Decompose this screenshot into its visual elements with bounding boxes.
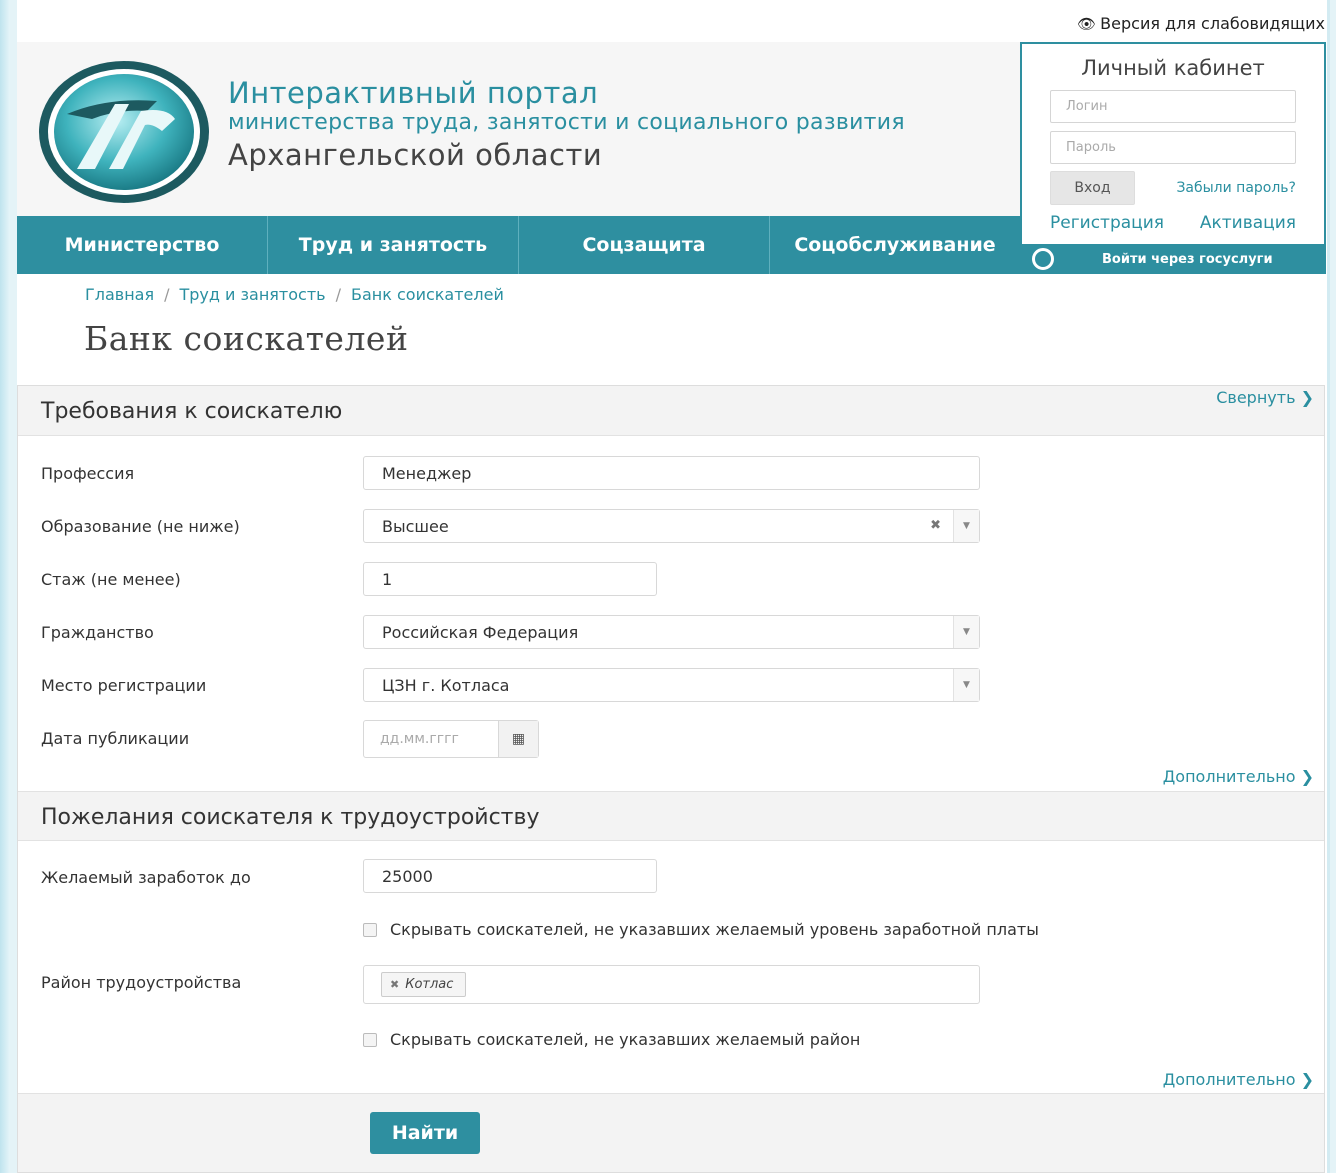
nav-item-social-protection[interactable]: Соцзащита <box>519 216 770 274</box>
registration-label: Место регистрации <box>41 676 207 695</box>
personal-cabinet: Личный кабинет Вход Забыли пароль? Регис… <box>1020 42 1326 244</box>
education-label: Образование (не ниже) <box>41 517 240 536</box>
experience-label: Стаж (не менее) <box>41 570 181 589</box>
ministry-logo[interactable] <box>37 59 211 205</box>
dropdown-arrow-icon[interactable]: ▼ <box>953 510 979 542</box>
eye-icon: 👁 <box>1077 14 1097 33</box>
citizenship-select[interactable]: Российская Федерация ▼ <box>363 615 980 649</box>
nav-item-social-service[interactable]: Соцобслуживание <box>770 216 1020 274</box>
low-vision-link[interactable]: 👁 Версия для слабовидящих <box>1077 14 1325 33</box>
salary-label: Желаемый заработок до <box>41 868 251 887</box>
low-vision-label: Версия для слабовидящих <box>1100 14 1325 33</box>
gosuslugi-login-button[interactable]: Войти через госуслуги <box>1019 244 1326 274</box>
chevron-right-icon: ❯ <box>1300 1070 1314 1089</box>
registration-select[interactable]: ЦЗН г. Котласа ▼ <box>363 668 980 702</box>
district-tag-label: Котлас <box>405 977 454 992</box>
search-form-panel: Требования к соискателю Свернуть ❯ Профе… <box>17 385 1325 1173</box>
pub-date-placeholder: дд.мм.гггг <box>380 731 459 747</box>
hide-no-district-label: Скрывать соискателей, не указавших желае… <box>390 1030 861 1049</box>
wishes-more-link[interactable]: Дополнительно ❯ <box>1163 1070 1314 1089</box>
activate-link[interactable]: Активация <box>1200 213 1296 233</box>
password-input[interactable] <box>1050 131 1296 164</box>
breadcrumb-current[interactable]: Банк соискателей <box>351 285 504 304</box>
checkbox-box[interactable] <box>363 922 377 937</box>
salary-input[interactable]: 25000 <box>363 859 657 893</box>
requirements-header: Требования к соискателю <box>18 386 1324 436</box>
district-multiselect[interactable]: ✖ Котлас <box>363 965 980 1004</box>
find-button[interactable]: Найти <box>370 1112 480 1154</box>
hide-no-district-checkbox[interactable]: Скрывать соискателей, не указавших желае… <box>363 1030 860 1049</box>
breadcrumb-separator: / <box>335 285 341 304</box>
site-header: Интерактивный портал министерства труда,… <box>17 42 1020 216</box>
breadcrumb-separator: / <box>164 285 170 304</box>
page-title: Банк соискателей <box>84 319 409 358</box>
clear-icon[interactable]: ✖ <box>930 518 941 533</box>
profession-label: Профессия <box>41 464 135 483</box>
portal-title: Интерактивный портал <box>228 76 599 110</box>
pub-date-label: Дата публикации <box>41 729 190 748</box>
calendar-icon[interactable]: ▦ <box>498 721 538 757</box>
wishes-header: Пожелания соискателя к трудоустройству <box>18 791 1324 841</box>
hide-no-salary-checkbox[interactable]: Скрывать соискателей, не указавших желае… <box>363 920 1039 939</box>
login-button[interactable]: Вход <box>1050 171 1135 205</box>
login-input[interactable] <box>1050 90 1296 123</box>
registration-value: ЦЗН г. Котласа <box>382 675 510 695</box>
portal-region: Архангельской области <box>228 138 603 172</box>
requirements-more-link[interactable]: Дополнительно ❯ <box>1163 767 1314 786</box>
district-tag[interactable]: ✖ Котлас <box>381 972 467 997</box>
breadcrumb-home[interactable]: Главная <box>85 285 154 304</box>
profession-value: Менеджер <box>382 463 472 483</box>
more-label: Дополнительно <box>1162 767 1296 786</box>
remove-tag-icon[interactable]: ✖ <box>390 978 399 991</box>
dropdown-arrow-icon[interactable]: ▼ <box>953 669 979 701</box>
dropdown-arrow-icon[interactable]: ▼ <box>953 616 979 648</box>
portal-subtitle: министерства труда, занятости и социальн… <box>228 110 905 135</box>
nav-item-labor[interactable]: Труд и занятость <box>268 216 519 274</box>
requirements-title: Требования к соискателю <box>41 399 343 424</box>
breadcrumb-labor[interactable]: Труд и занятость <box>180 285 326 304</box>
checkbox-box[interactable] <box>363 1032 377 1047</box>
forgot-password-link[interactable]: Забыли пароль? <box>1176 180 1296 196</box>
collapse-link[interactable]: Свернуть ❯ <box>1216 388 1314 407</box>
experience-value: 1 <box>382 569 393 589</box>
wishes-title: Пожелания соискателя к трудоустройству <box>41 805 540 830</box>
pub-date-input[interactable]: дд.мм.гггг ▦ <box>363 720 539 758</box>
collapse-label: Свернуть <box>1216 388 1296 407</box>
more-label: Дополнительно <box>1162 1070 1296 1089</box>
chevron-right-icon: ❯ <box>1300 767 1314 786</box>
form-footer: Найти <box>18 1093 1324 1172</box>
chevron-down-icon: ❯ <box>1300 388 1314 407</box>
main-nav: Министерство Труд и занятость Соцзащита … <box>17 216 1020 274</box>
district-label: Район трудоустройства <box>41 973 242 992</box>
cabinet-title: Личный кабинет <box>1081 56 1265 80</box>
citizenship-label: Гражданство <box>41 623 154 642</box>
breadcrumb: Главная / Труд и занятость / Банк соиска… <box>85 285 504 304</box>
profession-input[interactable]: Менеджер <box>363 456 980 490</box>
background-stripe <box>0 0 10 1173</box>
register-link[interactable]: Регистрация <box>1050 213 1164 233</box>
gosuslugi-icon <box>1032 248 1054 270</box>
nav-item-ministry[interactable]: Министерство <box>17 216 268 274</box>
salary-value: 25000 <box>382 866 433 886</box>
education-select[interactable]: Высшее ✖ ▼ <box>363 509 980 543</box>
education-value: Высшее <box>382 516 449 536</box>
citizenship-value: Российская Федерация <box>382 622 579 642</box>
experience-input[interactable]: 1 <box>363 562 657 596</box>
gosuslugi-label: Войти через госуслуги <box>1102 251 1273 267</box>
hide-no-salary-label: Скрывать соискателей, не указавших желае… <box>390 920 1039 939</box>
